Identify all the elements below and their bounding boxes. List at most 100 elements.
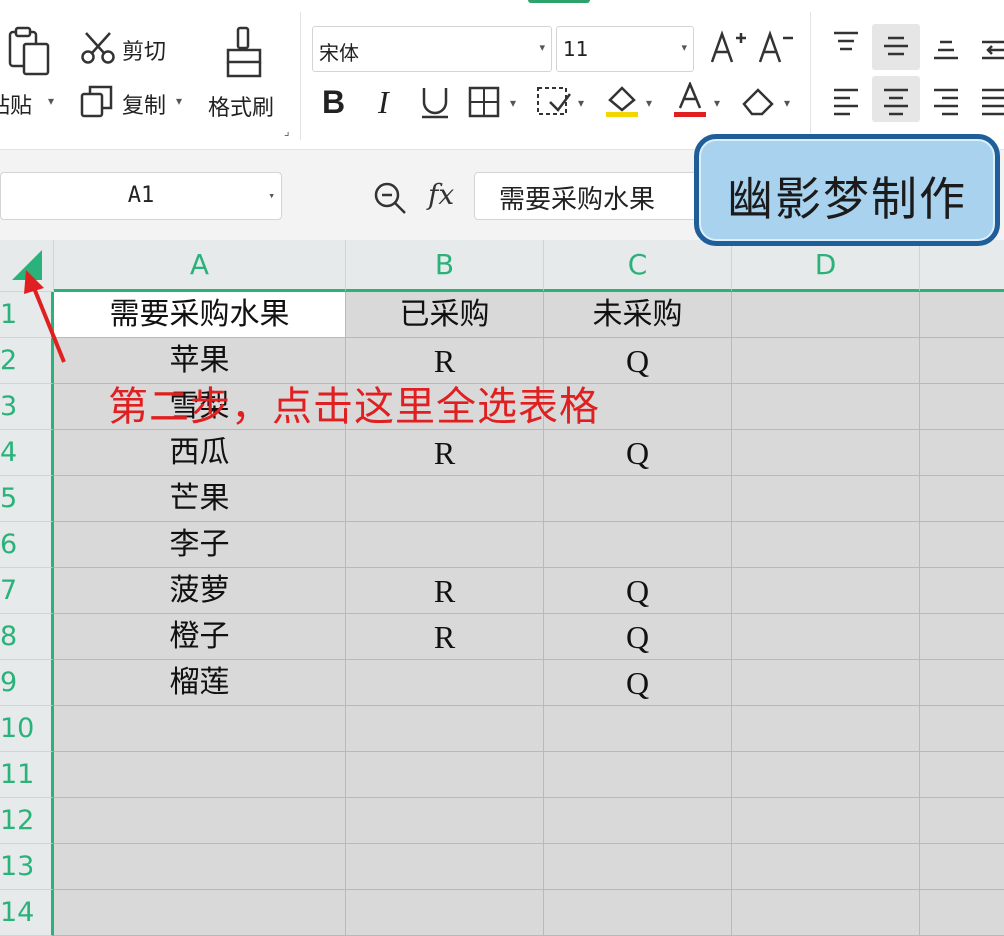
- align-left-icon[interactable]: [832, 86, 860, 116]
- select-all-button[interactable]: [0, 240, 54, 292]
- cell[interactable]: [732, 522, 920, 568]
- cell[interactable]: 芒果: [54, 476, 346, 522]
- cell[interactable]: [346, 706, 544, 752]
- cell[interactable]: 榴莲: [54, 660, 346, 706]
- cell[interactable]: [732, 292, 920, 338]
- cell[interactable]: [54, 798, 346, 844]
- underline-icon[interactable]: [418, 84, 452, 120]
- cell[interactable]: [920, 338, 1004, 384]
- clear-format-dropdown-arrow[interactable]: ▾: [784, 96, 790, 110]
- italic-icon[interactable]: I: [378, 84, 389, 121]
- row-header-10[interactable]: 10: [0, 706, 54, 752]
- cell[interactable]: [54, 752, 346, 798]
- fill-color-dropdown-arrow[interactable]: ▾: [646, 96, 652, 110]
- cell[interactable]: [346, 890, 544, 936]
- cell[interactable]: 未采购: [544, 292, 732, 338]
- cell[interactable]: [732, 798, 920, 844]
- cell[interactable]: [54, 706, 346, 752]
- cell[interactable]: [920, 844, 1004, 890]
- font-size-select[interactable]: 11 ▾: [556, 26, 694, 72]
- cell[interactable]: [544, 752, 732, 798]
- increase-font-icon[interactable]: [708, 28, 748, 68]
- row-header-4[interactable]: 4: [0, 430, 54, 476]
- cell[interactable]: [732, 476, 920, 522]
- cell[interactable]: Q: [544, 568, 732, 614]
- row-header-14[interactable]: 14: [0, 890, 54, 936]
- cell[interactable]: [732, 614, 920, 660]
- cell[interactable]: [920, 614, 1004, 660]
- row-header-1[interactable]: 1: [0, 292, 54, 338]
- row-header-9[interactable]: 9: [0, 660, 54, 706]
- name-box[interactable]: A1 ▾: [0, 172, 282, 220]
- cell[interactable]: [544, 798, 732, 844]
- cell[interactable]: [346, 522, 544, 568]
- cell-style-icon[interactable]: [536, 86, 572, 118]
- cell[interactable]: [544, 890, 732, 936]
- row-header-2[interactable]: 2: [0, 338, 54, 384]
- cell[interactable]: [732, 752, 920, 798]
- cell[interactable]: [920, 568, 1004, 614]
- align-right-icon[interactable]: [932, 86, 960, 116]
- wrap-icon[interactable]: [978, 36, 1004, 66]
- cell[interactable]: [920, 890, 1004, 936]
- cell[interactable]: [54, 844, 346, 890]
- cell[interactable]: [346, 844, 544, 890]
- cell[interactable]: [346, 752, 544, 798]
- justify-icon[interactable]: [980, 86, 1004, 116]
- row-header-11[interactable]: 11: [0, 752, 54, 798]
- cell[interactable]: [920, 292, 1004, 338]
- cell-style-dropdown-arrow[interactable]: ▾: [578, 96, 584, 110]
- cell[interactable]: [54, 890, 346, 936]
- cell[interactable]: R: [346, 430, 544, 476]
- paste-dropdown-arrow[interactable]: ▾: [48, 94, 54, 108]
- cell[interactable]: [346, 476, 544, 522]
- copy-dropdown-arrow[interactable]: ▾: [176, 94, 182, 108]
- decrease-font-icon[interactable]: [756, 28, 796, 68]
- align-center-icon[interactable]: [882, 86, 910, 116]
- align-middle-icon[interactable]: [882, 34, 910, 64]
- align-top-icon[interactable]: [832, 30, 860, 60]
- column-header-next[interactable]: [920, 240, 1004, 292]
- cell[interactable]: [544, 706, 732, 752]
- cell[interactable]: [732, 844, 920, 890]
- row-header-12[interactable]: 12: [0, 798, 54, 844]
- row-header-13[interactable]: 13: [0, 844, 54, 890]
- fill-color-icon[interactable]: [604, 82, 640, 118]
- bold-icon[interactable]: B: [322, 84, 345, 121]
- cell[interactable]: 菠萝: [54, 568, 346, 614]
- cell[interactable]: [544, 476, 732, 522]
- cell[interactable]: [920, 430, 1004, 476]
- row-header-6[interactable]: 6: [0, 522, 54, 568]
- cell[interactable]: [920, 384, 1004, 430]
- borders-dropdown-arrow[interactable]: ▾: [510, 96, 516, 110]
- cell[interactable]: Q: [544, 660, 732, 706]
- cell[interactable]: R: [346, 614, 544, 660]
- row-header-3[interactable]: 3: [0, 384, 54, 430]
- cell[interactable]: [346, 798, 544, 844]
- cell[interactable]: [732, 384, 920, 430]
- cell[interactable]: [920, 522, 1004, 568]
- cell[interactable]: 西瓜: [54, 430, 346, 476]
- cell[interactable]: [920, 798, 1004, 844]
- cell[interactable]: [544, 844, 732, 890]
- cell[interactable]: [732, 660, 920, 706]
- clipboard-launcher-icon[interactable]: ⌟: [284, 124, 290, 138]
- cell[interactable]: [732, 430, 920, 476]
- formula-input[interactable]: 需要采购水果: [474, 172, 714, 220]
- cell[interactable]: [732, 890, 920, 936]
- cell[interactable]: [920, 752, 1004, 798]
- font-color-icon[interactable]: [672, 82, 708, 118]
- cell[interactable]: Q: [544, 430, 732, 476]
- cell[interactable]: 橙子: [54, 614, 346, 660]
- cell[interactable]: Q: [544, 614, 732, 660]
- zoom-search-icon[interactable]: [372, 180, 408, 216]
- row-header-5[interactable]: 5: [0, 476, 54, 522]
- align-bottom-icon[interactable]: [932, 36, 960, 66]
- clear-format-icon[interactable]: [740, 84, 780, 116]
- cell[interactable]: [732, 338, 920, 384]
- row-header-7[interactable]: 7: [0, 568, 54, 614]
- font-color-dropdown-arrow[interactable]: ▾: [714, 96, 720, 110]
- column-header-b[interactable]: B: [346, 240, 544, 292]
- cell[interactable]: [732, 706, 920, 752]
- row-header-8[interactable]: 8: [0, 614, 54, 660]
